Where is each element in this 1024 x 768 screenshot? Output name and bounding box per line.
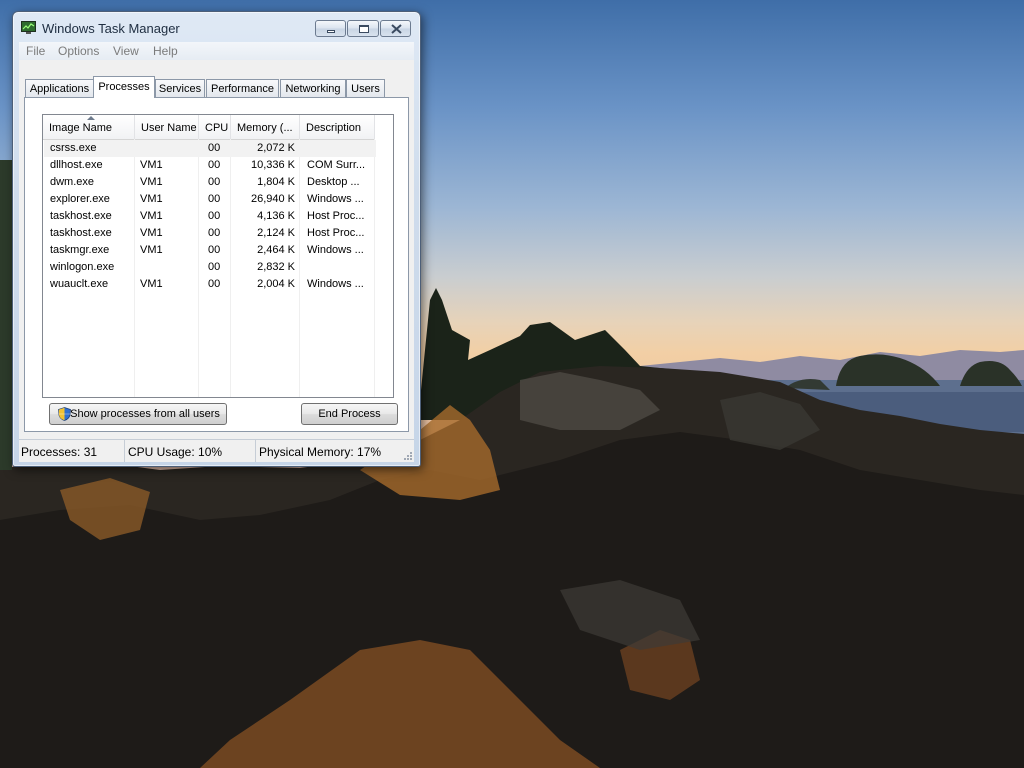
cell-memory: 2,464 K (257, 244, 295, 256)
show-all-processes-label: Show processes from all users (70, 408, 220, 420)
cell-memory: 10,336 K (250, 159, 295, 171)
column-description-label: Description (306, 122, 362, 134)
processes-panel: Image Name User Name CPU Memory (... Des… (24, 97, 409, 432)
tab-services[interactable]: Services (155, 79, 205, 97)
cell-cpu: 00 (208, 210, 221, 222)
cell-image-name: taskhost.exe (50, 227, 112, 239)
column-user-name[interactable]: User Name (135, 115, 199, 139)
status-cpu-usage: CPU Usage: 10% (125, 440, 256, 462)
uac-shield-icon (58, 407, 71, 421)
cell-description: Windows ... (307, 278, 364, 290)
column-memory[interactable]: Memory (... (231, 115, 300, 139)
end-process-button[interactable]: End Process (301, 403, 398, 425)
column-image-name-label: Image Name (49, 122, 112, 134)
show-all-processes-button[interactable]: Show processes from all users (49, 403, 227, 425)
sort-ascending-icon (87, 116, 95, 120)
table-row[interactable]: dllhost.exe VM1 00 10,336 K COM Surr... (44, 157, 376, 174)
table-row[interactable]: explorer.exe VM1 00 26,940 K Windows ... (44, 191, 376, 208)
column-user-name-label: User Name (141, 122, 197, 134)
column-description[interactable]: Description (300, 115, 375, 139)
cell-image-name: dllhost.exe (50, 159, 103, 171)
status-bar: Processes: 31 CPU Usage: 10% Physical Me… (19, 439, 414, 462)
status-physical-memory: Physical Memory: 17% (259, 445, 382, 459)
cell-memory: 2,124 K (257, 227, 295, 239)
tab-networking[interactable]: Networking (280, 79, 346, 97)
cell-cpu: 00 (208, 193, 221, 205)
cell-image-name: taskmgr.exe (50, 244, 110, 256)
table-row[interactable]: taskhost.exe VM1 00 4,136 K Host Proc... (44, 208, 376, 225)
close-button[interactable] (380, 20, 411, 37)
cell-description: COM Surr... (307, 159, 366, 171)
cell-cpu: 00 (208, 142, 221, 154)
cell-cpu: 00 (208, 159, 221, 171)
table-row[interactable]: dwm.exe VM1 00 1,804 K Desktop ... (44, 174, 376, 191)
menu-options[interactable]: Options (58, 44, 99, 58)
cell-cpu: 00 (208, 176, 221, 188)
cell-description: Windows ... (307, 193, 364, 205)
cell-cpu: 00 (208, 244, 221, 256)
cell-description: Host Proc... (307, 227, 365, 239)
process-list[interactable]: Image Name User Name CPU Memory (... Des… (42, 114, 394, 398)
cell-memory: 2,832 K (257, 261, 295, 273)
title-bar[interactable]: Windows Task Manager (13, 12, 420, 40)
cell-image-name: taskhost.exe (50, 210, 112, 222)
cell-image-name: dwm.exe (50, 176, 95, 188)
cell-cpu: 00 (208, 227, 221, 239)
menu-view[interactable]: View (113, 44, 139, 58)
task-manager-icon (21, 21, 36, 34)
cell-user-name: VM1 (140, 278, 163, 290)
cell-user-name: VM1 (140, 210, 163, 222)
cell-user-name: VM1 (140, 193, 163, 205)
close-icon (391, 24, 402, 34)
cell-user-name: VM1 (140, 227, 163, 239)
column-memory-label: Memory (... (237, 122, 293, 134)
column-image-name[interactable]: Image Name (43, 115, 135, 139)
cell-memory: 4,136 K (257, 210, 295, 222)
table-row[interactable]: csrss.exe 00 2,072 K (44, 140, 376, 157)
table-row[interactable]: taskhost.exe VM1 00 2,124 K Host Proc... (44, 225, 376, 242)
task-manager-window[interactable]: Windows Task Manager File Options View H… (12, 11, 421, 467)
cell-memory: 2,004 K (257, 278, 295, 290)
resize-grip-icon[interactable] (402, 450, 412, 460)
tab-users[interactable]: Users (346, 79, 385, 97)
status-processes: Processes: 31 (19, 440, 125, 462)
tab-processes[interactable]: Processes (93, 76, 155, 98)
column-cpu-label: CPU (205, 122, 229, 134)
window-title: Windows Task Manager (42, 21, 180, 36)
cell-user-name: VM1 (140, 176, 163, 188)
minimize-button[interactable] (315, 20, 346, 37)
cell-image-name: winlogon.exe (50, 261, 115, 273)
cell-memory: 26,940 K (250, 193, 295, 205)
tab-applications[interactable]: Applications (25, 79, 94, 97)
cell-cpu: 00 (208, 261, 221, 273)
table-row[interactable]: taskmgr.exe VM1 00 2,464 K Windows ... (44, 242, 376, 259)
table-row[interactable]: winlogon.exe 00 2,832 K (44, 259, 376, 276)
list-header: Image Name User Name CPU Memory (... Des… (43, 115, 375, 140)
cell-cpu: 00 (208, 278, 221, 290)
cell-memory: 2,072 K (257, 142, 295, 154)
cell-description: Host Proc... (307, 210, 365, 222)
maximize-button[interactable] (347, 20, 379, 37)
cell-user-name: VM1 (140, 159, 163, 171)
cell-description: Desktop ... (307, 176, 360, 188)
client-area: Applications Processes Services Performa… (19, 60, 414, 462)
cell-memory: 1,804 K (257, 176, 295, 188)
menu-bar: File Options View Help (19, 42, 414, 60)
table-row[interactable]: wuauclt.exe VM1 00 2,004 K Windows ... (44, 276, 376, 293)
cell-description: Windows ... (307, 244, 364, 256)
cell-image-name: explorer.exe (50, 193, 110, 205)
cell-image-name: csrss.exe (50, 142, 97, 154)
cell-image-name: wuauclt.exe (50, 278, 109, 290)
cell-user-name: VM1 (140, 244, 163, 256)
menu-file[interactable]: File (26, 44, 45, 58)
menu-help[interactable]: Help (153, 44, 178, 58)
tab-performance[interactable]: Performance (206, 79, 279, 97)
column-cpu[interactable]: CPU (199, 115, 231, 139)
